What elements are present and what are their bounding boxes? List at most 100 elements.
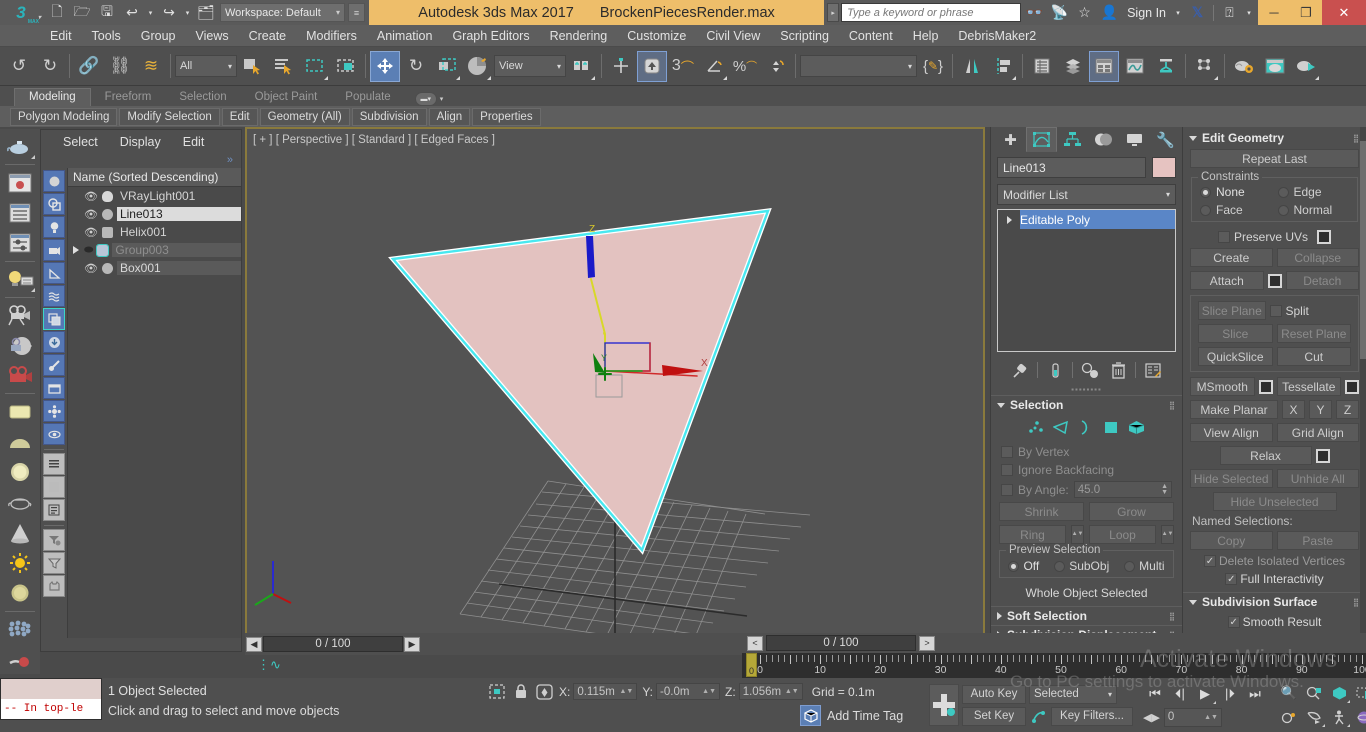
- menu-graph-editors[interactable]: Graph Editors: [442, 25, 539, 47]
- ribbon-tab-freeform[interactable]: Freeform: [91, 89, 166, 106]
- selection-rollup-header[interactable]: Selection ⣿: [991, 396, 1182, 414]
- menu-customize[interactable]: Customize: [617, 25, 696, 47]
- ribbon-tab-populate[interactable]: Populate: [331, 89, 404, 106]
- x-coordinate-field[interactable]: X: 0.115m ▲▼: [559, 683, 638, 700]
- delete-isolated-vertices-checkbox[interactable]: ✓: [1203, 555, 1216, 567]
- menu-edit[interactable]: Edit: [40, 25, 82, 47]
- explorer-expand-chevron-icon[interactable]: »: [41, 154, 241, 168]
- plane-object-icon[interactable]: [3, 397, 37, 426]
- zoom-all-icon[interactable]: [1302, 683, 1326, 704]
- set-key-button[interactable]: Set Key: [962, 706, 1026, 726]
- rollup-grip-icon[interactable]: ⣿: [1353, 598, 1360, 607]
- rollup-grip-icon[interactable]: ⣿: [1353, 134, 1360, 143]
- window-crossing-icon[interactable]: [331, 51, 361, 82]
- menu-modifiers[interactable]: Modifiers: [296, 25, 367, 47]
- explorer-menu-edit[interactable]: Edit: [183, 135, 205, 149]
- menu-debrismaker2[interactable]: DebrisMaker2: [948, 25, 1046, 47]
- pan-icon[interactable]: [1277, 707, 1301, 728]
- collapse-button[interactable]: Collapse: [1276, 248, 1359, 267]
- search-expand-icon[interactable]: ▸: [827, 3, 840, 22]
- full-interactivity-row[interactable]: ✓ Full Interactivity: [1183, 570, 1366, 588]
- material-editor-icon[interactable]: [1229, 51, 1259, 82]
- copy-button[interactable]: Copy: [1190, 531, 1273, 550]
- new-file-icon[interactable]: 🗋: [46, 2, 68, 23]
- make-planar-y-button[interactable]: Y: [1309, 400, 1332, 419]
- space-warps-filter-icon[interactable]: [43, 285, 65, 307]
- edge-icon[interactable]: [1052, 420, 1069, 439]
- msmooth-button[interactable]: MSmooth: [1190, 377, 1255, 396]
- ribbon-tab-object-paint[interactable]: Object Paint: [241, 89, 332, 106]
- constraint-none-radio[interactable]: [1200, 186, 1211, 198]
- ribbon-panel-edit[interactable]: Edit: [221, 107, 258, 126]
- visibility-eye-icon[interactable]: 👁: [84, 190, 98, 203]
- project-folder-icon[interactable]: 🗂: [195, 2, 217, 23]
- z-coordinate-field[interactable]: Z: 1.056m ▲▼: [725, 683, 803, 700]
- ribbon-panel-properties[interactable]: Properties: [472, 107, 541, 126]
- camera-match-icon[interactable]: [3, 331, 37, 360]
- select-object-icon[interactable]: [238, 51, 268, 82]
- containers-filter-icon[interactable]: [43, 377, 65, 399]
- angle-snap-icon[interactable]: [637, 50, 667, 82]
- explorer-row-group003[interactable]: ⬬ Group003: [68, 241, 241, 259]
- save-icon[interactable]: 🖫: [96, 2, 118, 23]
- constraint-normal-row[interactable]: Normal: [1277, 203, 1350, 217]
- redo-icon[interactable]: ↪: [158, 2, 180, 23]
- constraint-face-row[interactable]: Face: [1200, 203, 1272, 217]
- workspace-selector[interactable]: Workspace: Default ▾: [220, 3, 345, 22]
- object-color-swatch[interactable]: [1152, 157, 1176, 178]
- border-icon[interactable]: [1078, 420, 1094, 439]
- menu-group[interactable]: Group: [131, 25, 186, 47]
- visibility-eye-icon[interactable]: 👁: [84, 208, 98, 221]
- make-unique-icon[interactable]: [1079, 359, 1101, 381]
- object-name-field[interactable]: Line013: [997, 157, 1146, 178]
- smooth-result-row[interactable]: ✓ Smooth Result: [1183, 611, 1366, 631]
- helpers-filter-icon[interactable]: [43, 262, 65, 284]
- go-to-start-icon[interactable]: ⏮: [1143, 684, 1167, 705]
- preserve-uvs-settings-button[interactable]: [1317, 230, 1332, 244]
- explorer-row-line013[interactable]: 👁 Line013: [68, 205, 241, 223]
- mirror-icon[interactable]: [957, 51, 987, 82]
- key-mode-dropdown[interactable]: Selected ▾: [1029, 684, 1117, 704]
- explorer-menu-display[interactable]: Display: [120, 135, 161, 149]
- render-preview-icon[interactable]: [3, 168, 37, 197]
- zoom-extents-icon[interactable]: [1327, 683, 1351, 704]
- open-file-icon[interactable]: 🗁: [71, 2, 93, 23]
- spinner-snap-icon[interactable]: [761, 51, 791, 82]
- next-frame-icon[interactable]: |⏵: [1218, 684, 1242, 705]
- relax-button[interactable]: Relax: [1219, 446, 1312, 465]
- render-setup-icon[interactable]: [1260, 51, 1290, 82]
- paste-button[interactable]: Paste: [1276, 531, 1359, 550]
- full-interactivity-checkbox[interactable]: ✓: [1225, 573, 1238, 585]
- reset-plane-button[interactable]: Reset Plane: [1276, 324, 1351, 343]
- attach-button[interactable]: Attach: [1190, 271, 1264, 290]
- help-icon[interactable]: ⍰: [1218, 2, 1241, 23]
- select-move-icon[interactable]: [370, 50, 400, 82]
- expand-triangle-icon[interactable]: [998, 210, 1020, 229]
- constraint-none-row[interactable]: None: [1200, 185, 1272, 199]
- lock-filter-icon[interactable]: [43, 575, 65, 597]
- sign-in-button[interactable]: Sign In: [1123, 6, 1170, 20]
- menu-civil-view[interactable]: Civil View: [696, 25, 770, 47]
- select-scale-icon[interactable]: [432, 51, 462, 82]
- bones-filter-icon[interactable]: [43, 354, 65, 376]
- reference-coordinate-dropdown[interactable]: View ▾: [494, 55, 566, 77]
- modifier-stack-item-editable-poly[interactable]: Editable Poly: [998, 210, 1175, 229]
- menu-rendering[interactable]: Rendering: [540, 25, 618, 47]
- zoom-region-icon[interactable]: [1352, 683, 1366, 704]
- ribbon-minimize-icon[interactable]: ▬▾: [414, 92, 437, 106]
- curve-editor-icon[interactable]: [1120, 51, 1150, 82]
- sun-light-icon[interactable]: [3, 548, 37, 577]
- vertex-icon[interactable]: [1028, 420, 1044, 439]
- make-planar-x-button[interactable]: X: [1282, 400, 1305, 419]
- key-mode-toggle-icon[interactable]: [1029, 707, 1048, 726]
- constraint-normal-radio[interactable]: [1277, 204, 1289, 216]
- exchange-icon[interactable]: 𝕏: [1186, 2, 1209, 23]
- make-planar-button[interactable]: Make Planar: [1190, 400, 1278, 419]
- scene-explorer-icon[interactable]: [1089, 50, 1119, 82]
- tessellate-settings-button[interactable]: [1345, 379, 1359, 394]
- preview-off-radio[interactable]: [1008, 560, 1020, 572]
- chevron-down-icon[interactable]: ▾: [38, 14, 41, 21]
- light-lister-icon[interactable]: [3, 265, 37, 294]
- preview-multi-radio-row[interactable]: Multi: [1124, 559, 1165, 573]
- quickslice-button[interactable]: QuickSlice: [1198, 347, 1273, 366]
